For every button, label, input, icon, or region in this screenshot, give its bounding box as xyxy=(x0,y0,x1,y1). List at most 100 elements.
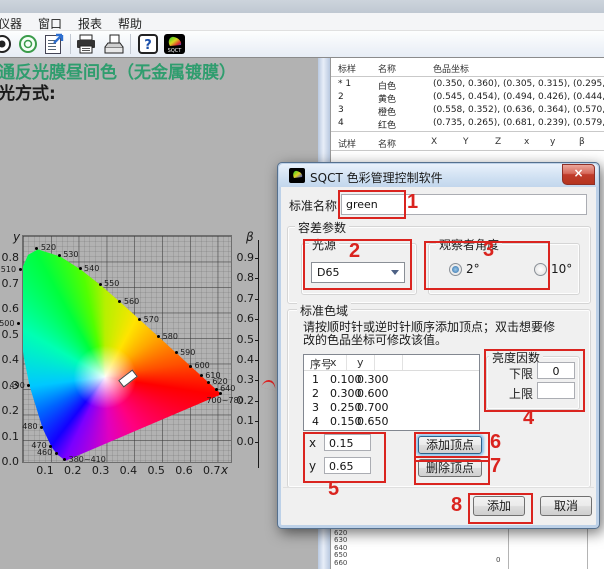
table-cell[interactable]: (0.350, 0.360), (0.305, 0.315), (0.295, … xyxy=(433,79,604,89)
annotation-number-5: 5 xyxy=(328,478,339,501)
menu-items: 仪器窗口报表帮助 xyxy=(0,13,150,33)
locus-dot xyxy=(58,254,61,257)
locus-dot xyxy=(219,392,222,395)
wavelength-label: 580 xyxy=(163,332,178,341)
vertex-list[interactable]: 序号xy 10.1000.30020.3000.60030.2500.70040… xyxy=(303,354,480,431)
vertex-cell[interactable]: 1 xyxy=(312,373,319,386)
table-cell[interactable]: 3 xyxy=(338,105,344,115)
beta-tick-label: 0.4 xyxy=(230,353,254,366)
toolbar: ? SQCT xyxy=(0,31,604,58)
beta-tick-label: 0.9 xyxy=(230,251,254,264)
dark-circle-icon[interactable] xyxy=(0,33,14,55)
vertex-cell[interactable]: 0.300 xyxy=(357,373,389,386)
annotation-number-1: 1 xyxy=(407,191,418,214)
annotation-number-7: 7 xyxy=(490,455,501,478)
report-export-icon[interactable] xyxy=(42,33,66,55)
dialog-title-bar[interactable]: SQCT 色彩管理控制软件 × xyxy=(279,164,598,187)
table-cell[interactable]: 2 xyxy=(338,92,344,102)
toolbar-separator xyxy=(130,34,131,54)
column-header: X xyxy=(431,137,437,147)
cie-plot-area[interactable] xyxy=(22,235,232,463)
page-subtitle: 光方式: xyxy=(0,79,56,104)
table-cell[interactable]: 白色 xyxy=(378,79,396,92)
standard-name-label: 标准名称: xyxy=(289,197,341,214)
menu-bar: 仪器窗口报表帮助 xyxy=(0,13,604,31)
table-cell[interactable]: (0.558, 0.352), (0.636, 0.364), (0.570, … xyxy=(433,105,604,115)
help-icon[interactable]: ? xyxy=(136,33,160,55)
table-header-divider xyxy=(331,150,604,151)
locus-dot xyxy=(215,388,218,391)
vertex-cell[interactable]: 0.700 xyxy=(357,401,389,414)
close-icon[interactable]: × xyxy=(562,164,595,185)
vertex-cell[interactable]: 4 xyxy=(312,415,319,428)
wavelength-label: 470 xyxy=(31,441,46,450)
green-circle-icon[interactable] xyxy=(16,33,40,55)
column-header: 试样 xyxy=(338,137,356,150)
table-cell[interactable]: 黄色 xyxy=(378,92,396,105)
column-divider xyxy=(374,355,375,370)
vertex-cell[interactable]: 2 xyxy=(312,387,319,400)
x-tick-label: 0.7 xyxy=(202,464,222,477)
y-tick-label: 0.0 xyxy=(0,455,19,468)
chart-gridline xyxy=(508,526,509,569)
beta-tick-mark xyxy=(255,401,259,402)
locus-dot xyxy=(79,267,82,270)
x-tick-label: 0.2 xyxy=(63,464,83,477)
wavelength-label: 530 xyxy=(63,250,78,259)
beta-tick-mark xyxy=(255,340,259,341)
column-header: β xyxy=(579,137,585,147)
locus-dot xyxy=(207,381,210,384)
vertex-column-header: x xyxy=(330,356,337,369)
vertex-cell[interactable]: 0.600 xyxy=(357,387,389,400)
sqct-dialog: SQCT 色彩管理控制软件 × 标准名称: green 容差参数 光源 D65 … xyxy=(277,162,600,529)
locus-dot xyxy=(49,445,52,448)
wavelength-label: 570 xyxy=(144,315,159,324)
column-header: 名称 xyxy=(378,137,396,150)
wavelength-label: 510 xyxy=(1,265,16,274)
column-header: Y xyxy=(463,137,469,147)
table-divider xyxy=(331,131,604,132)
annotation-number-4: 4 xyxy=(523,407,534,430)
annotation-box-8 xyxy=(468,493,533,524)
beta-tick-mark xyxy=(255,421,259,422)
y-tick-label: 0.6 xyxy=(0,302,19,315)
wavelength-label: 540 xyxy=(84,264,99,273)
beta-tick-mark xyxy=(255,319,259,320)
x-axis-label: x xyxy=(221,463,228,477)
table-cell[interactable]: (0.735, 0.265), (0.681, 0.239), (0.579, … xyxy=(433,118,604,128)
vertex-cell[interactable]: 0.650 xyxy=(357,415,389,428)
table-cell[interactable]: * 1 xyxy=(338,79,351,89)
y-tick-label: 0.8 xyxy=(0,251,19,264)
beta-tick-mark xyxy=(255,278,259,279)
print-preview-icon[interactable] xyxy=(102,33,126,55)
spectral-value: 0 xyxy=(496,556,500,564)
table-cell[interactable]: 红色 xyxy=(378,118,396,131)
column-divider xyxy=(346,355,347,370)
beta-tick-label: 0.2 xyxy=(230,394,254,407)
sqct-icon[interactable]: SQCT xyxy=(162,33,186,55)
table-cell[interactable]: 橙色 xyxy=(378,105,396,118)
print-icon[interactable] xyxy=(74,33,98,55)
cie-chromaticity-chart: y x 0.10.20.30.40.50.60.70.00.10.20.30.4… xyxy=(0,230,262,492)
column-header: 名称 xyxy=(378,62,396,75)
y-tick-label: 0.7 xyxy=(0,277,19,290)
column-divider xyxy=(402,355,403,370)
beta-tick-mark xyxy=(255,299,259,300)
vertex-cell[interactable]: 3 xyxy=(312,401,319,414)
annotation-number-8: 8 xyxy=(451,494,462,517)
annotation-number-6: 6 xyxy=(490,431,501,454)
y-tick-label: 0.5 xyxy=(0,328,19,341)
table-cell[interactable]: (0.545, 0.454), (0.494, 0.426), (0.444, … xyxy=(433,92,604,102)
wavelength-label: 520 xyxy=(41,243,56,252)
toolbar-separator xyxy=(70,34,71,54)
wavelength-label: 600 xyxy=(195,361,210,370)
table-cell[interactable]: 4 xyxy=(338,118,344,128)
window-title-strip xyxy=(0,0,604,13)
observer-10deg-label: 10° xyxy=(551,262,572,276)
annotation-box-4 xyxy=(484,349,585,412)
beta-tick-mark xyxy=(255,360,259,361)
beta-tick-label: 0.8 xyxy=(230,271,254,284)
cancel-button[interactable]: 取消 xyxy=(540,496,592,516)
beta-tick-label: 0.6 xyxy=(230,312,254,325)
column-header: 标样 xyxy=(338,62,356,75)
